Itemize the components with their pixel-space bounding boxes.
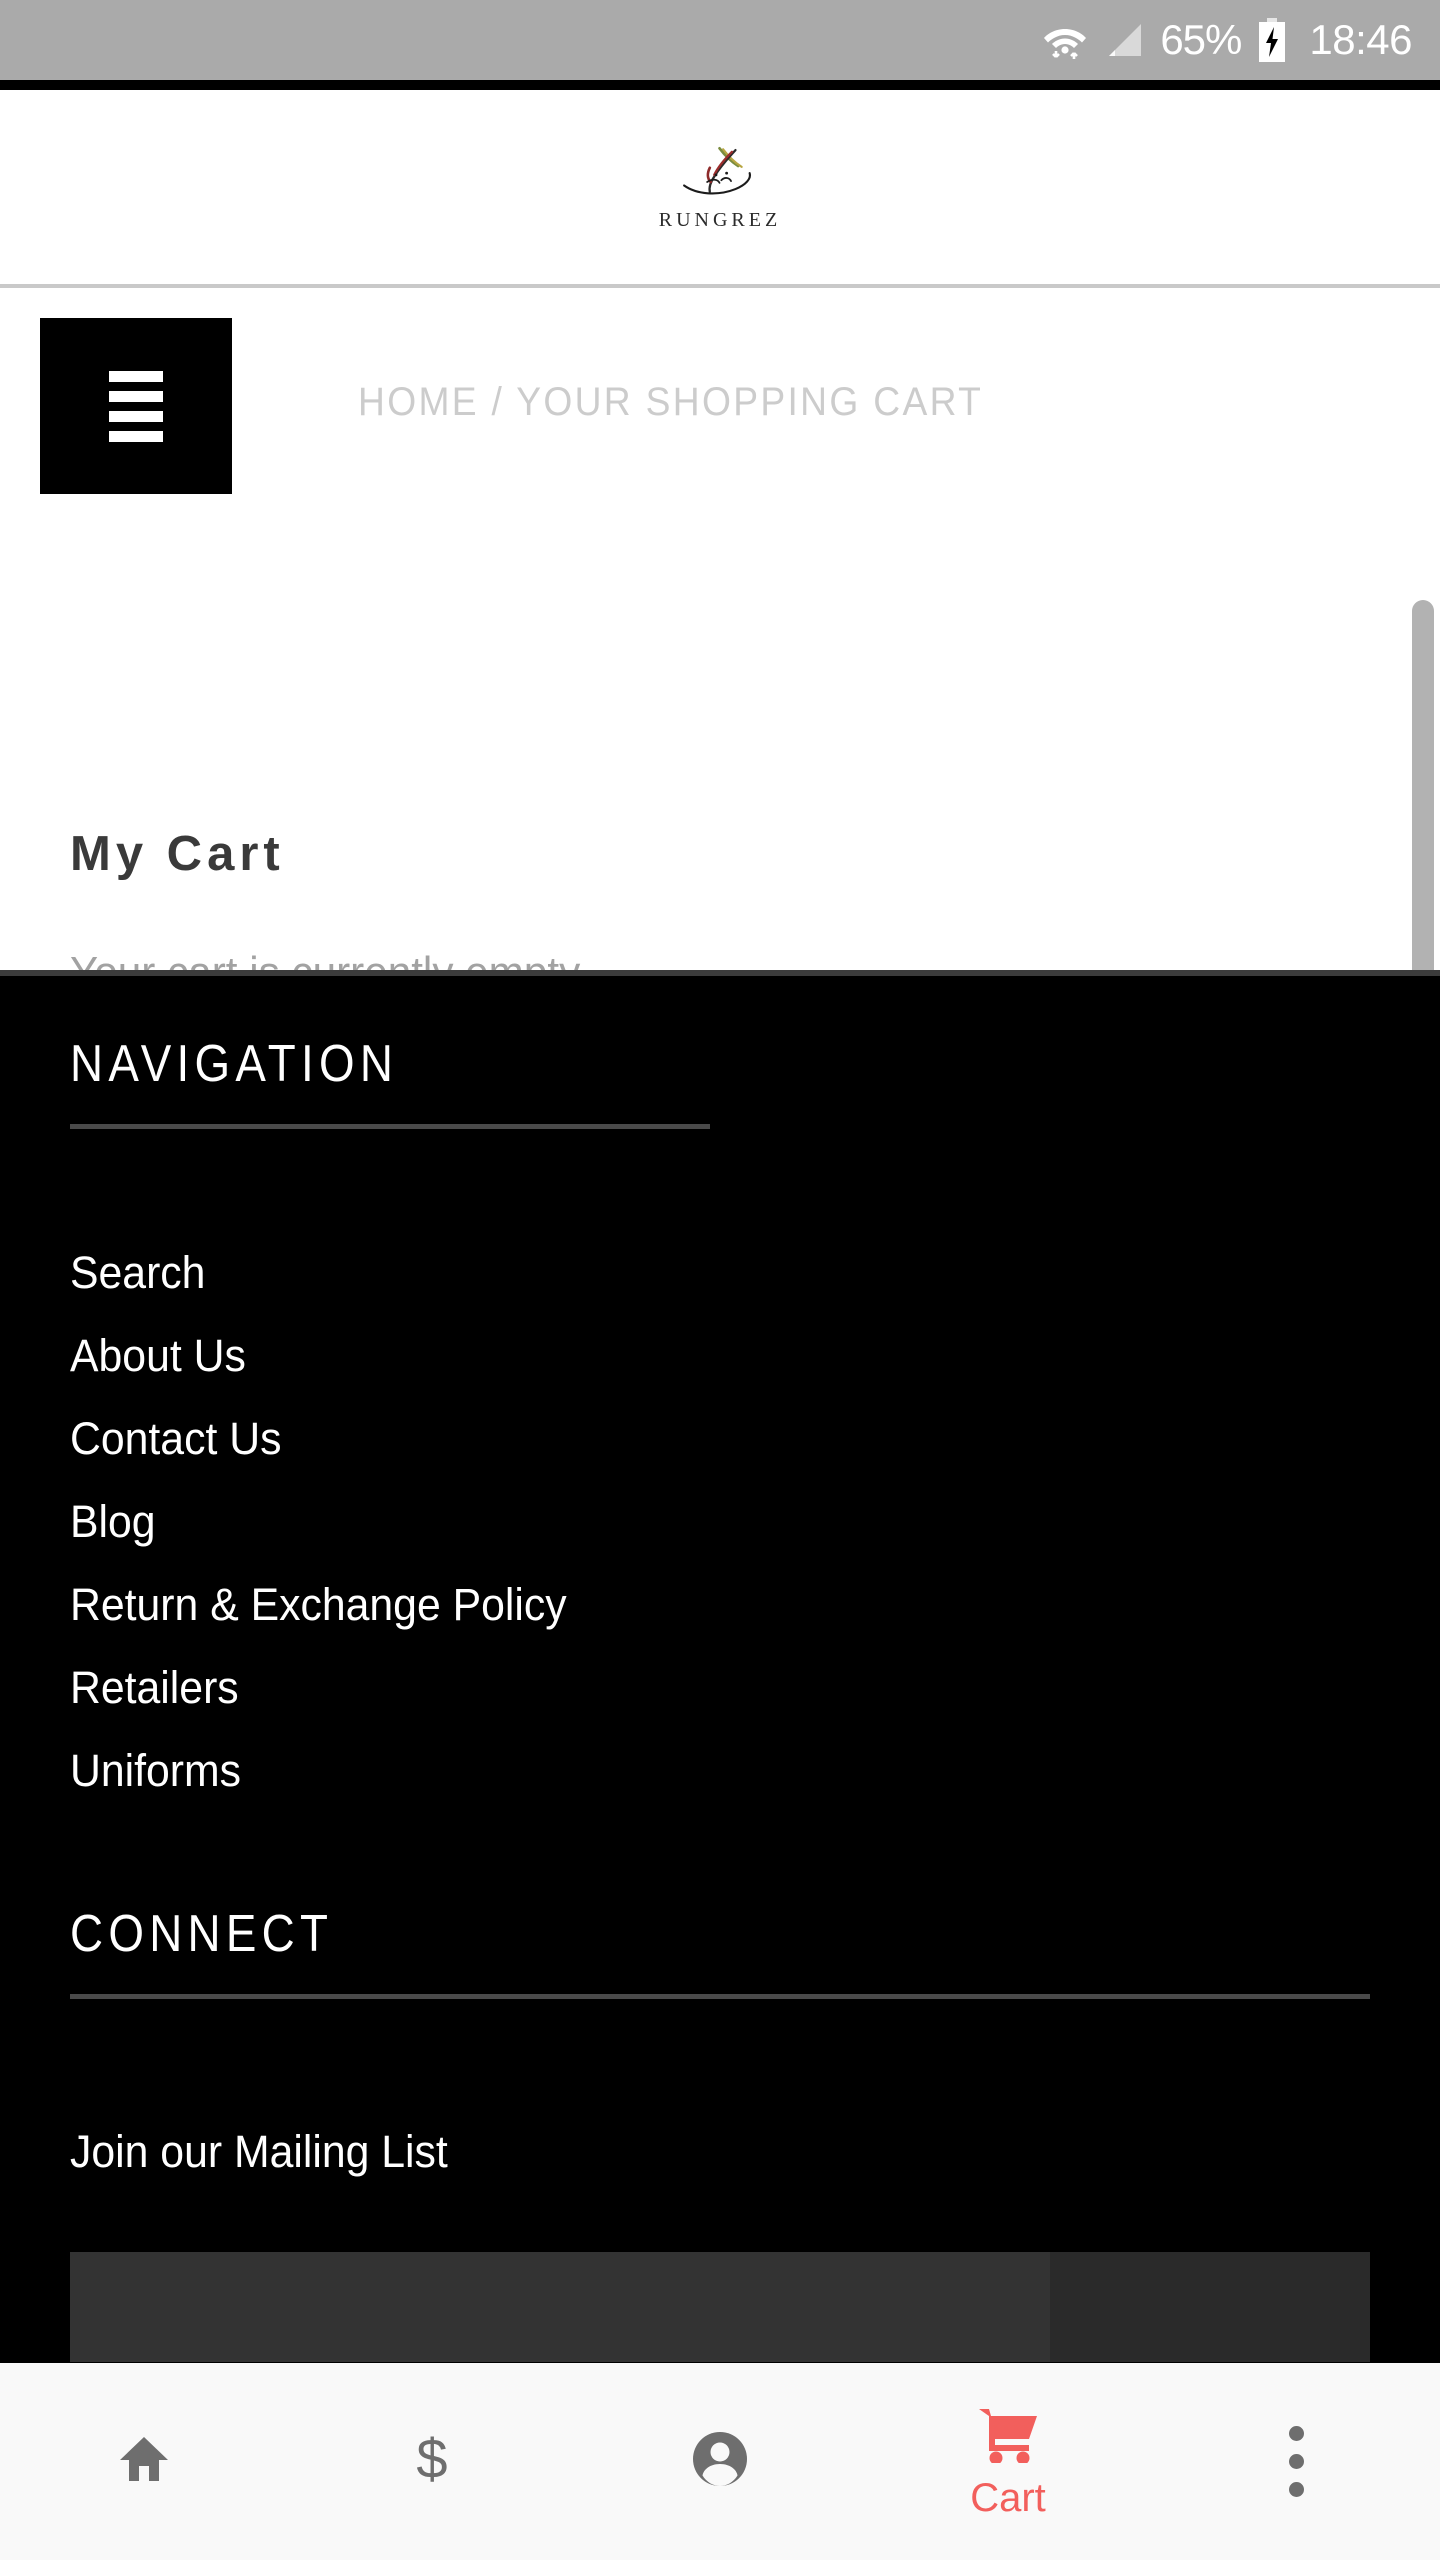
site-header: RUNGREZ [0, 90, 1440, 288]
breadcrumb[interactable]: HOME / YOUR SHOPPING CART [358, 380, 983, 425]
footer-navigation-section: NAVIGATION [70, 1034, 710, 1129]
hamburger-menu-icon [109, 370, 163, 442]
phone-screen: 65% 18:46 RUNGREZ HOME / YOUR SHOPPING C… [0, 0, 1440, 2560]
footer-link-contact-us[interactable]: Contact Us [70, 1397, 567, 1480]
footer-link-uniforms[interactable]: Uniforms [70, 1729, 567, 1812]
site-logo[interactable]: RUNGREZ [620, 143, 820, 232]
footer-link-about-us[interactable]: About Us [70, 1314, 567, 1397]
home-icon [116, 2431, 172, 2492]
status-divider [0, 80, 1440, 90]
cellular-signal-icon [1104, 20, 1144, 60]
connect-divider [70, 1994, 1370, 1999]
status-bar-clock: 18:46 [1309, 16, 1412, 63]
footer-connect-section: CONNECT [70, 1904, 1370, 1999]
mailing-list-form [70, 2252, 1370, 2362]
account-circle-icon [691, 2430, 749, 2493]
footer-nav-links: Search About Us Contact Us Blog Return &… [70, 1231, 593, 1812]
email-input[interactable] [70, 2252, 1050, 2362]
footer-link-search[interactable]: Search [70, 1231, 567, 1314]
footer-link-blog[interactable]: Blog [70, 1480, 567, 1563]
logo-wordmark: RUNGREZ [658, 208, 782, 231]
shopping-cart-icon [977, 2405, 1039, 2468]
navigation-heading: NAVIGATION [70, 1035, 399, 1093]
subscribe-button[interactable] [1050, 2252, 1370, 2362]
battery-percent: 65% [1160, 16, 1242, 63]
bottom-nav-cart[interactable]: Cart [864, 2363, 1152, 2560]
site-footer: NAVIGATION Search About Us Contact Us Bl… [0, 970, 1440, 2363]
page-content: HOME / YOUR SHOPPING CART My Cart Your c… [0, 292, 1440, 997]
status-bar: 65% 18:46 [0, 0, 1440, 80]
page-title: My Cart [70, 827, 285, 881]
hamburger-menu-button[interactable] [40, 318, 232, 494]
status-bar-icons: 65% 18:46 [1042, 18, 1412, 62]
bottom-nav-cart-label: Cart [970, 2476, 1046, 2520]
bottom-nav-more[interactable] [1152, 2363, 1440, 2560]
dollar-sign-icon: $ [404, 2427, 460, 2495]
footer-link-return-exchange-policy[interactable]: Return & Exchange Policy [70, 1563, 567, 1646]
bottom-nav-account[interactable] [576, 2363, 864, 2560]
bottom-nav-price[interactable]: $ [288, 2363, 576, 2560]
connect-heading: CONNECT [70, 1905, 334, 1963]
rungrez-calligraphy-logo [682, 146, 751, 194]
more-vertical-icon [1288, 2426, 1304, 2497]
navigation-divider [70, 1124, 710, 1129]
bottom-nav-home[interactable] [0, 2363, 288, 2560]
svg-text:$: $ [416, 2428, 447, 2490]
mailing-list-label: Join our Mailing List [70, 2126, 448, 2177]
battery-charging-icon [1257, 18, 1287, 62]
footer-link-retailers[interactable]: Retailers [70, 1646, 567, 1729]
wifi-icon [1042, 19, 1088, 61]
browser-bottom-nav: $ Cart [0, 2363, 1440, 2560]
